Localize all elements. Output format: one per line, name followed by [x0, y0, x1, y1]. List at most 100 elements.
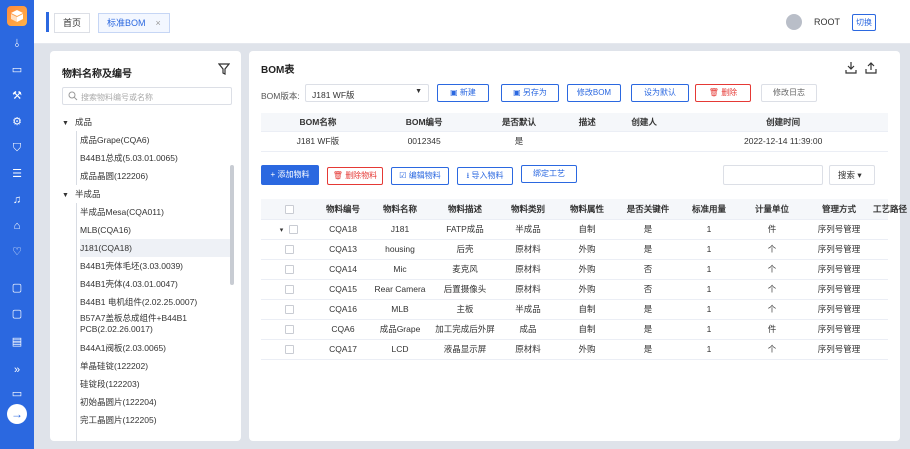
add-material-button[interactable]: + 添加物料 — [261, 165, 319, 185]
row-checkbox[interactable] — [284, 325, 294, 335]
row-select-cell[interactable] — [261, 259, 317, 280]
caret-down-icon[interactable]: ▼ — [62, 120, 69, 127]
caret-down-icon[interactable]: ▼ — [62, 192, 69, 199]
table-cell: J181 WF版 — [261, 131, 375, 152]
store-icon[interactable]: ⌂ — [9, 218, 25, 234]
bom-version-select[interactable]: J181 WF版 ▼ — [305, 84, 429, 102]
table-row[interactable]: CQA15 Rear Camera 后置摄像头 原材料 外购否 1 个序列号管理 — [261, 279, 888, 300]
shield-icon[interactable]: ⛉ — [9, 140, 25, 156]
table-cell: 1 — [679, 279, 739, 300]
delete-material-button[interactable]: 🗑 删除物料 — [327, 167, 383, 185]
material-tree-panel: 物料名称及编号 搜索物料编号或名称 ▼ 成品 成品Grape(CQA6) B44B… — [50, 51, 241, 441]
set-default-button[interactable]: 设为默认 — [631, 84, 689, 102]
row-checkbox[interactable] — [284, 345, 294, 355]
double-chevron-icon[interactable]: » — [9, 362, 25, 378]
row-checkbox[interactable] — [284, 305, 294, 315]
list-icon[interactable]: ☰ — [9, 166, 25, 182]
folder-icon[interactable]: ▭ — [9, 386, 25, 402]
badge-icon[interactable]: ♡ — [9, 244, 25, 260]
tree-item[interactable]: 单晶硅锭(122202) — [80, 357, 232, 375]
bell-icon[interactable]: ♫ — [9, 192, 25, 208]
table-cell — [610, 131, 679, 152]
download-icon[interactable] — [845, 62, 857, 74]
factory-icon[interactable]: ⚒ — [9, 88, 25, 104]
tree-item[interactable]: 成品晶圆(122206) — [80, 167, 232, 185]
tree-node-finished[interactable]: ▼ 成品 — [62, 113, 232, 131]
bind-process-button[interactable]: 绑定工艺 — [521, 165, 577, 183]
delete-button[interactable]: 🗑 删除 — [695, 84, 751, 102]
row-checkbox[interactable] — [284, 245, 294, 255]
table-cell: 否 — [617, 279, 679, 300]
select-all-checkbox[interactable] — [284, 204, 294, 214]
table-cell: CQA16 — [317, 299, 369, 320]
tree-node-semi-finished[interactable]: ▼ 半成品 — [62, 185, 232, 203]
close-icon[interactable]: × — [156, 18, 161, 28]
scrollbar[interactable] — [230, 165, 234, 285]
chart-icon[interactable]: ⫰ — [9, 36, 25, 52]
table-row[interactable]: CQA13 housing 后壳 原材料 外购是 1 个序列号管理 — [261, 239, 888, 260]
tree-item[interactable]: B44B1总成(5.03.01.0065) — [80, 149, 232, 167]
save-as-button[interactable]: ▣ 另存为 — [501, 84, 559, 102]
table-cell: 原材料 — [499, 339, 557, 360]
row-checkbox[interactable] — [284, 285, 294, 295]
expand-icon[interactable]: ▾ — [280, 227, 284, 234]
modify-bom-button[interactable]: 修改BOM — [567, 84, 621, 102]
column-header: 物料名称 — [369, 199, 431, 220]
tab-standard-bom[interactable]: 标准BOM × — [98, 13, 170, 33]
table-cell: 序列号管理 — [805, 319, 873, 340]
tree-item[interactable]: B44B1壳体毛坯(3.03.0039) — [80, 257, 232, 275]
row-select-cell[interactable] — [261, 279, 317, 300]
row-select-cell[interactable] — [261, 239, 317, 260]
change-log-button[interactable]: 修改日志 — [761, 84, 817, 102]
user-name[interactable]: ROOT — [814, 17, 840, 27]
search-select[interactable]: 搜索 ▾ — [829, 165, 875, 185]
tree-item[interactable]: B57A7盖板总成组件+B44B1 PCB(2.02.26.0017) — [80, 311, 232, 337]
table-row[interactable]: ▾ CQA18 J181 FATP成品 半成品 自制是 1 件序列号管理 — [261, 219, 888, 240]
tree-item-selected[interactable]: J181(CQA18) — [80, 239, 232, 257]
new-button[interactable]: ▣ 新建 — [437, 84, 489, 102]
filter-icon[interactable] — [218, 63, 230, 75]
table-cell: 个 — [739, 299, 805, 320]
column-header: 创建人 — [610, 113, 679, 132]
row-checkbox[interactable] — [284, 265, 294, 275]
table-row[interactable]: J181 WF版 0012345 是 2022-12-14 11:39:00 — [261, 131, 888, 152]
tree-item[interactable]: B44B1 电机组件(2.02.25.0007) — [80, 293, 232, 311]
row-select-cell[interactable] — [261, 319, 317, 340]
box-icon[interactable]: ▭ — [9, 62, 25, 78]
edit-material-button[interactable]: ☑ 编辑物料 — [391, 167, 449, 185]
tree-item[interactable]: 成品Grape(CQA6) — [80, 131, 232, 149]
table-row[interactable]: CQA6 成品Grape 加工完成后外屏 成品 自制是 1 件序列号管理 — [261, 319, 888, 340]
column-header — [261, 199, 317, 220]
table-row[interactable]: CQA14 Mic 麦克风 原材料 外购否 1 个序列号管理 — [261, 259, 888, 280]
tree-item[interactable]: B44B1壳体(4.03.01.0047) — [80, 275, 232, 293]
table-row[interactable]: CQA17 LCD 液晶显示屏 原材料 外购是 1 个序列号管理 — [261, 339, 888, 360]
settings-icon[interactable]: ⚙ — [9, 114, 25, 130]
table-cell: FATP成品 — [431, 219, 499, 240]
row-select-cell[interactable] — [261, 339, 317, 360]
table-cell: 是 — [617, 219, 679, 240]
material-search-input[interactable] — [723, 165, 823, 185]
tree-item[interactable]: 初始晶圆片(122204) — [80, 393, 232, 411]
tree-item[interactable]: 硅锭段(122203) — [80, 375, 232, 393]
tree-item[interactable]: 完工晶圆片(122205) — [80, 411, 232, 429]
share-icon[interactable] — [865, 62, 877, 74]
column-header: 物料编号 — [317, 199, 369, 220]
arrow-right-icon[interactable]: → — [7, 404, 27, 424]
import-material-button[interactable]: ⭳ 导入物料 — [457, 167, 513, 185]
material-search-input[interactable]: 搜索物料编号或名称 — [62, 87, 232, 105]
row-select-cell[interactable] — [261, 299, 317, 320]
monitor-icon[interactable]: ▢ — [9, 280, 25, 296]
table-cell: Mic — [369, 259, 431, 280]
tab-home[interactable]: 首页 — [54, 13, 91, 33]
table-row[interactable]: CQA16 MLB 主板 半成品 自制是 1 个序列号管理 — [261, 299, 888, 320]
avatar[interactable] — [786, 14, 802, 30]
monitor-icon[interactable]: ▢ — [9, 306, 25, 322]
tree-item[interactable]: 半成品Mesa(CQA011) — [80, 203, 232, 221]
column-header: 物料属性 — [557, 199, 617, 220]
tree-item[interactable]: B44A1阀板(2.03.0065) — [80, 339, 232, 357]
row-checkbox[interactable] — [289, 225, 299, 235]
document-icon[interactable]: ▤ — [9, 334, 25, 350]
tree-item[interactable]: MLB(CQA16) — [80, 221, 232, 239]
row-select-cell[interactable]: ▾ — [261, 219, 317, 240]
switch-button[interactable]: 切换 — [852, 14, 876, 31]
